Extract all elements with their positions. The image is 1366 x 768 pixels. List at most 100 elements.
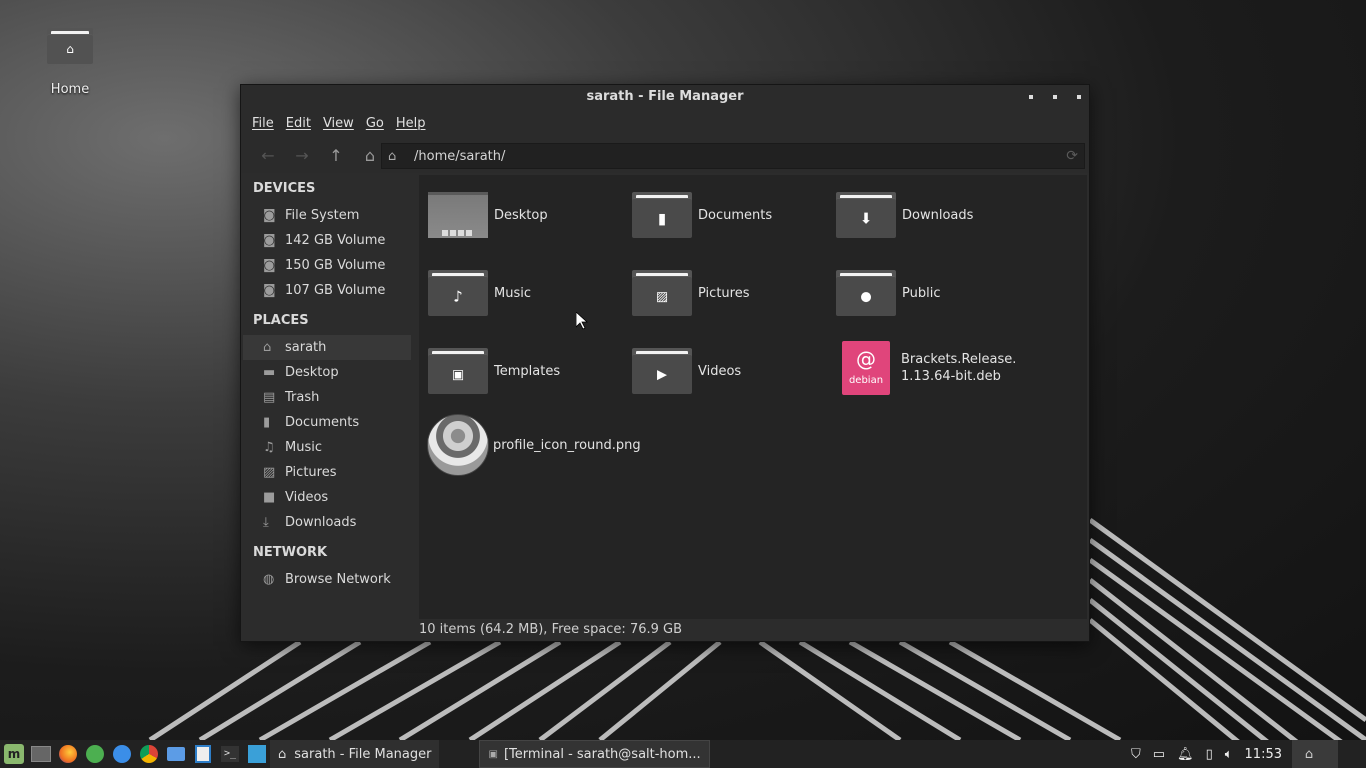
system-tray: ⛉ ▭ 🔔︎ ▯ 🔈︎ 11:53 ⌂ <box>1131 740 1366 768</box>
video-call-icon[interactable] <box>163 741 189 767</box>
up-arrow-icon: ↑ <box>329 145 343 165</box>
sidebar-item-label: sarath <box>285 340 327 355</box>
status-bar: 10 items (64.2 MB), Free space: 76.9 GB <box>419 622 683 637</box>
taskbar-window-terminal[interactable]: ▣ [Terminal - sarath@salt-hom... <box>479 740 710 768</box>
sidebar-item-label: Desktop <box>285 365 339 380</box>
menu-go[interactable]: Go <box>366 116 384 131</box>
clock[interactable]: 11:53 <box>1245 747 1282 762</box>
drive-icon: ◙ <box>263 233 276 248</box>
reload-icon[interactable]: ⟳ <box>1066 148 1078 164</box>
file-item-videos[interactable]: ▶ Videos <box>632 348 741 394</box>
music-icon: ♫ <box>263 440 275 455</box>
file-name: Downloads <box>902 207 974 223</box>
sidebar-item-desktop[interactable]: ▬ Desktop <box>243 360 411 385</box>
sidebar-item-music[interactable]: ♫ Music <box>243 435 411 460</box>
display-icon[interactable]: ▭ <box>1153 747 1165 762</box>
up-button[interactable]: ↑ <box>319 141 353 169</box>
file-name: Public <box>902 285 941 301</box>
menu-view[interactable]: View <box>323 116 354 131</box>
battery-icon[interactable]: ▯ <box>1206 747 1213 762</box>
terminal-icon[interactable]: >_ <box>217 741 243 767</box>
shield-icon[interactable]: ⛉ <box>1131 747 1141 762</box>
show-desktop-icon[interactable] <box>28 741 54 767</box>
taskbar-window-label: sarath - File Manager <box>294 746 432 762</box>
volume-icon[interactable]: 🔈︎ <box>1225 747 1233 762</box>
menu-help[interactable]: Help <box>396 116 426 131</box>
sidebar-item-pictures[interactable]: ▨ Pictures <box>243 460 411 485</box>
location-bar[interactable]: ⌂ /home/sarath/ ⟳ <box>381 143 1085 169</box>
menu-file[interactable]: File <box>252 116 274 131</box>
document-icon: ▮ <box>263 415 271 430</box>
desktop-icon: ▬ <box>263 365 276 380</box>
sidebar-item-150gb[interactable]: ◙ 150 GB Volume <box>243 253 411 278</box>
image-thumbnail <box>427 414 489 476</box>
sidebar-item-107gb[interactable]: ◙ 107 GB Volume <box>243 278 411 303</box>
android-icon[interactable] <box>82 741 108 767</box>
window-titlebar[interactable]: sarath - File Manager <box>241 85 1089 109</box>
file-name: Pictures <box>698 285 750 301</box>
drive-icon: ◙ <box>263 258 276 273</box>
pictures-folder-icon: ▨ <box>632 270 692 316</box>
sidebar-item-trash[interactable]: ▤ Trash <box>243 385 411 410</box>
show-desktop-button[interactable]: ⌂ <box>1292 740 1338 768</box>
file-item-profile-icon[interactable]: profile_icon_round.png <box>427 414 641 476</box>
file-item-music[interactable]: ♪ Music <box>428 270 531 316</box>
taskbar: m >_ ⌂ sarath - File Manager ▣ [Terminal… <box>0 740 1366 768</box>
desktop-icon-label: Home <box>50 82 90 97</box>
sidebar-item-videos[interactable]: ■ Videos <box>243 485 411 510</box>
back-arrow-icon: ← <box>261 145 275 165</box>
maximize-button[interactable] <box>1053 95 1057 99</box>
chrome-icon[interactable] <box>136 741 162 767</box>
menu-icon[interactable]: m <box>1 741 27 767</box>
sidebar-item-downloads[interactable]: ⤓ Downloads <box>243 510 411 535</box>
back-button[interactable]: ← <box>251 141 285 169</box>
file-item-downloads[interactable]: ⬇ Downloads <box>836 192 973 238</box>
sidebar-item-label: 150 GB Volume <box>285 258 386 273</box>
app-icon[interactable] <box>190 741 216 767</box>
app-icon-2[interactable] <box>244 741 270 767</box>
close-button[interactable] <box>1077 95 1081 99</box>
menu-edit[interactable]: Edit <box>286 116 311 131</box>
bell-icon[interactable]: 🔔︎ <box>1177 747 1194 762</box>
taskbar-window-file-manager[interactable]: ⌂ sarath - File Manager <box>270 740 440 768</box>
forward-arrow-icon: → <box>295 145 309 165</box>
sidebar-item-documents[interactable]: ▮ Documents <box>243 410 411 435</box>
public-folder-icon: ● <box>836 270 896 316</box>
sidebar: DEVICES ◙ File System ◙ 142 GB Volume ◙ 150… <box>243 175 411 641</box>
minimize-button[interactable] <box>1029 95 1033 99</box>
mouse-cursor-icon <box>576 312 588 330</box>
desktop-home-icon[interactable]: ⌂ Home <box>38 28 102 97</box>
sidebar-devices-header: DEVICES <box>253 181 316 196</box>
downloads-folder-icon: ⬇ <box>836 192 896 238</box>
videos-folder-icon: ▶ <box>632 348 692 394</box>
sidebar-places-header: PLACES <box>253 313 309 328</box>
debian-package-icon: @ debian <box>842 341 890 395</box>
browser-icon[interactable] <box>109 741 135 767</box>
templates-folder-icon: ▣ <box>428 348 488 394</box>
file-item-templates[interactable]: ▣ Templates <box>428 348 560 394</box>
file-item-desktop[interactable]: Desktop <box>428 192 548 238</box>
debian-badge: debian <box>848 375 884 386</box>
sidebar-item-file-system[interactable]: ◙ File System <box>243 203 411 228</box>
sidebar-item-142gb[interactable]: ◙ 142 GB Volume <box>243 228 411 253</box>
firefox-icon[interactable] <box>55 741 81 767</box>
file-item-documents[interactable]: ▮ Documents <box>632 192 772 238</box>
file-name-line2: 1.13.64-bit.deb <box>901 369 1001 384</box>
home-icon: ⌂ <box>1304 746 1314 762</box>
sidebar-item-browse-network[interactable]: ◍ Browse Network <box>243 567 411 592</box>
home-icon: ⌂ <box>388 148 397 164</box>
file-item-public[interactable]: ● Public <box>836 270 940 316</box>
file-view[interactable]: Desktop ▮ Documents ⬇ Downloads ♪ Music … <box>419 175 1087 619</box>
file-item-pictures[interactable]: ▨ Pictures <box>632 270 749 316</box>
home-folder-icon: ⌂ <box>47 28 93 64</box>
file-item-brackets-deb[interactable]: @ debian Brackets.Release. 1.13.64-bit.de… <box>842 341 1016 395</box>
file-name: Documents <box>698 207 773 223</box>
sidebar-item-sarath[interactable]: ⌂ sarath <box>243 335 411 360</box>
forward-button[interactable]: → <box>285 141 319 169</box>
window-title: sarath - File Manager <box>586 89 744 104</box>
file-name-line1: Brackets.Release. <box>901 352 1017 367</box>
trash-icon: ▤ <box>263 390 276 405</box>
sidebar-item-label: Browse Network <box>285 572 391 587</box>
home-icon: ⌂ <box>364 145 376 165</box>
file-name: Music <box>494 285 531 301</box>
